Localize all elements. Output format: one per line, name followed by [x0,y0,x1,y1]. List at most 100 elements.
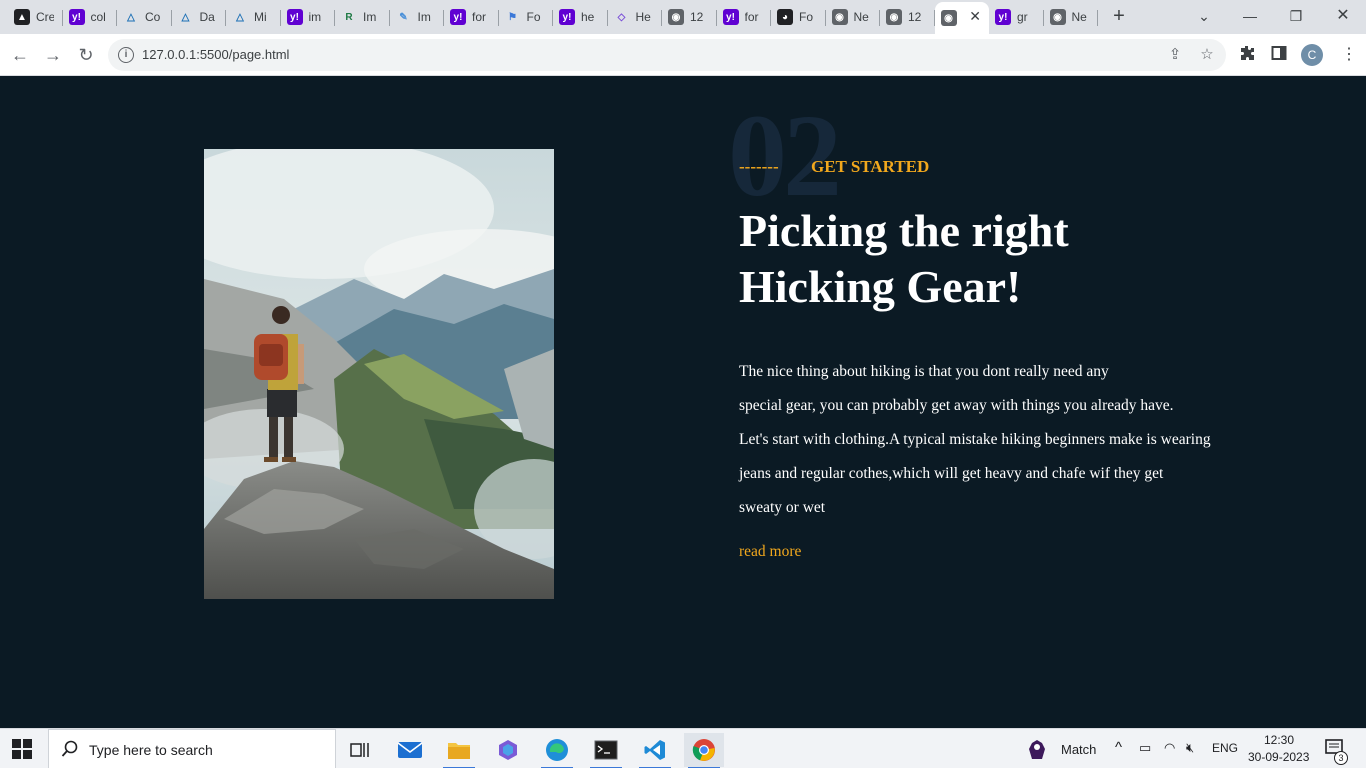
yahoo-icon: y! [722,9,739,25]
browser-tab[interactable]: ◉ 12 [662,4,717,30]
yahoo-icon: y! [995,9,1011,25]
tab-title: Ne [1071,10,1087,24]
triangle-logo-icon: △ [127,11,135,23]
tab-title: for [744,10,759,24]
edge-browser-icon[interactable] [537,733,577,768]
back-icon[interactable]: ← [8,43,32,67]
tab-title: 12 [690,10,704,24]
site-info-icon[interactable]: i [118,47,134,63]
browser-tab[interactable]: y! col [63,4,117,30]
r-logo-icon: R [345,11,353,23]
extensions-icon[interactable] [1237,45,1257,65]
browser-tab[interactable]: y! he [553,4,608,30]
profile-avatar[interactable]: C [1301,44,1323,66]
tab-separator [1097,10,1098,26]
browser-tab[interactable]: △ Co [117,4,172,30]
tab-title: im [308,10,322,24]
tab-title: Fo [799,10,814,24]
tab-search-icon[interactable]: ⌄ [1193,6,1215,28]
side-panel-icon[interactable] [1269,45,1289,65]
bookmark-star-icon[interactable]: ☆ [1198,46,1216,64]
body-line: sweaty or wet [739,499,826,516]
file-explorer-icon[interactable] [439,733,479,768]
terminal-icon[interactable] [586,733,626,768]
menu-dots-icon[interactable]: ⋮ [1339,45,1359,65]
clock-time[interactable]: 12:30 [1264,733,1294,747]
tab-title: Mi [254,10,267,24]
kicker-label: GET STARTED [811,157,930,176]
body-line: Let's start with clothing.A typical mist… [739,431,1211,448]
forward-icon[interactable]: → [41,43,65,67]
chevron-up-icon[interactable]: ^ [1115,739,1122,756]
close-tab-icon[interactable]: ✕ [969,8,981,25]
tab-title: Ne [853,10,869,24]
page-content: 02 ------- GET STARTED Picking the right… [0,77,1366,728]
circle-triangle-icon: ▲ [14,9,30,25]
address-bar[interactable]: i 127.0.0.1:5500/page.html ⇪ ☆ [108,39,1226,71]
browser-tab[interactable]: ⚑ Fo [499,4,553,30]
body-line: jeans and regular cothes,which will get … [739,465,1164,482]
copilot-icon[interactable] [488,733,528,767]
notification-count-badge: 3 [1334,751,1348,765]
kicker-dash: ------- [739,157,779,176]
search-icon [61,740,79,758]
battery-icon[interactable]: ▭ [1139,740,1151,756]
premier-league-icon[interactable] [1022,733,1052,767]
body-paragraph: The nice thing about hiking is that you … [739,355,1211,525]
browser-tab[interactable]: △ Mi [226,4,281,30]
browser-tab[interactable]: ◉ ✕ [934,2,989,34]
browser-tab[interactable]: y! for [444,4,499,30]
weather-label[interactable]: Match [1061,742,1096,757]
tab-title: Fo [526,10,541,24]
browser-tab[interactable]: ▲ Cre [8,4,63,30]
browser-tab[interactable]: △ Da [172,4,226,30]
tab-title: for [472,10,487,24]
browser-tab[interactable]: ✎ Im [390,4,444,30]
close-window-button[interactable]: ✕ [1332,6,1354,28]
read-more-link[interactable]: read more [739,543,801,561]
task-view-icon[interactable] [340,733,380,767]
browser-tab[interactable]: ◉ Ne [826,4,880,30]
tab-title: Im [363,10,377,24]
browser-tab[interactable]: y! gr [989,4,1044,30]
body-line: special gear, you can probably get away … [739,397,1174,414]
section-number: 02 [728,90,842,221]
tab-title: he [581,10,595,24]
browser-tab[interactable]: ◕ Fo [771,4,826,30]
browser-toolbar: ← → ↻ i 127.0.0.1:5500/page.html ⇪ ☆ C ⋮ [0,34,1366,76]
page-title: Picking the right Hicking Gear! [739,203,1069,315]
windows-start-icon[interactable] [12,739,32,759]
mail-icon[interactable] [390,733,430,767]
browser-tab[interactable]: ◇ He [608,4,662,30]
browser-tab[interactable]: ◉ Ne [1044,4,1098,30]
url-text[interactable]: 127.0.0.1:5500/page.html [142,47,289,62]
tab-title: He [635,10,651,24]
yahoo-icon: y! [559,9,575,25]
wifi-icon[interactable]: ◠ [1164,740,1175,756]
tab-title: col [90,10,106,24]
browser-tab[interactable]: R Im [335,4,390,30]
browser-tab[interactable]: y! im [281,4,335,30]
search-placeholder: Type here to search [89,742,213,758]
clock-date[interactable]: 30-09-2023 [1248,750,1309,764]
minimize-button[interactable]: — [1239,6,1261,28]
globe-icon: ◉ [886,9,902,25]
tab-title: gr [1017,10,1028,24]
vscode-icon[interactable] [635,733,675,768]
language-indicator[interactable]: ENG [1212,741,1238,755]
note-icon: ✎ [399,11,408,23]
tab-title: Cre [36,10,54,24]
browser-tab[interactable]: y! for [717,4,771,30]
shield-icon: ◇ [617,11,626,23]
chrome-icon[interactable] [684,733,724,768]
tab-strip: ▲ Cre y! col △ Co △ Da △ Mi y! im R Im ✎ Im y! for ⚑ Fo y! he… [0,0,1366,34]
reload-icon[interactable]: ↻ [74,43,98,67]
maximize-button[interactable]: ❐ [1285,6,1307,28]
browser-tab[interactable]: ◉ 12 [880,4,935,30]
tab-title: 12 [908,10,922,24]
body-line: The nice thing about hiking is that you … [739,363,1109,380]
new-tab-button[interactable]: + [1108,6,1130,28]
share-icon[interactable]: ⇪ [1166,46,1184,64]
volume-muted-icon[interactable]: 🔇︎ [1186,740,1194,756]
taskbar-search[interactable]: Type here to search [48,729,336,768]
